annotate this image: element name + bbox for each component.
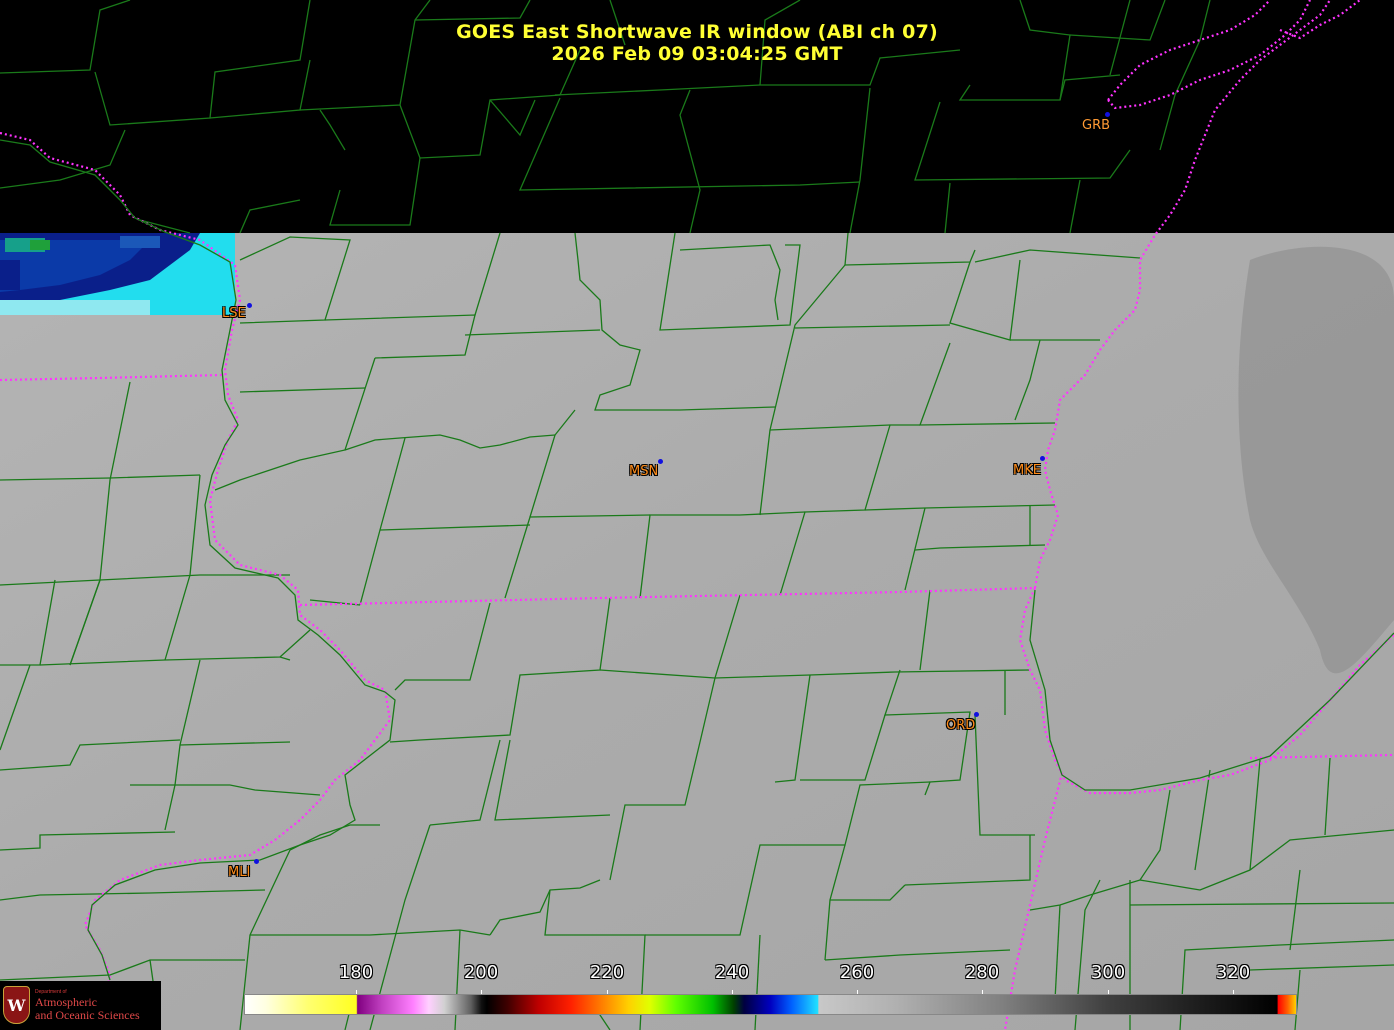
station-marker: [254, 859, 259, 864]
station-label: MSN: [629, 464, 659, 479]
station-label: MLI: [228, 865, 251, 880]
image-timestamp: 2026 Feb 09 03:04:25 GMT: [551, 43, 843, 65]
aos-logo: W Department of Atmospheric and Oceanic …: [0, 981, 161, 1030]
uw-crest-icon: W: [3, 986, 30, 1024]
colorbar-tick-label: 300: [1090, 962, 1126, 983]
station-marker: [658, 459, 663, 464]
station-label: MKE: [1013, 463, 1041, 478]
station-label: GRB: [1082, 118, 1111, 133]
station-marker: [247, 303, 252, 308]
colorbar-tick-label: 220: [589, 962, 625, 983]
satellite-image-viewer: GOES East Shortwave IR window (ABI ch 07…: [0, 0, 1394, 1030]
colorbar-tick-label: 280: [964, 962, 1000, 983]
station-label: ORD: [946, 718, 976, 733]
colorbar-tick-label: 180: [338, 962, 374, 983]
colorbar-tick-label: 200: [463, 962, 499, 983]
ir-image-region: [0, 233, 1394, 1030]
station-label: LSE: [222, 306, 246, 321]
map-canvas: [0, 0, 1394, 1030]
temperature-colorbar: [244, 994, 1297, 1015]
colorbar-tick-label: 320: [1215, 962, 1251, 983]
station-marker: [1040, 456, 1045, 461]
colorbar-tick-label: 240: [714, 962, 750, 983]
image-title: GOES East Shortwave IR window (ABI ch 07…: [456, 21, 938, 43]
station-marker: [1105, 112, 1110, 117]
colorbar-tick-label: 260: [839, 962, 875, 983]
logo-line2: and Oceanic Sciences: [35, 1008, 140, 1022]
station-marker: [974, 712, 979, 717]
